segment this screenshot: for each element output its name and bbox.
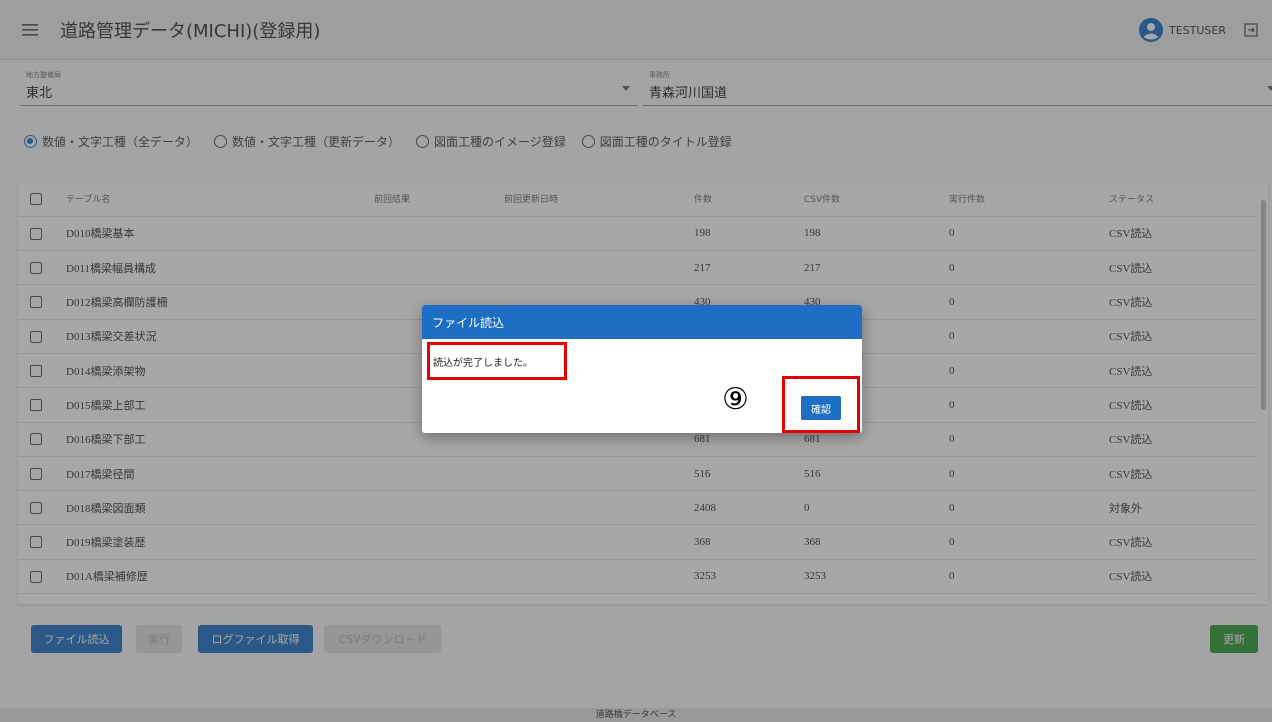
dialog-message: 読込が完了しました。 [433, 357, 533, 369]
file-load-dialog: ファイル読込 読込が完了しました。 ⑨ 確認 [422, 305, 862, 433]
dialog-title: ファイル読込 [422, 305, 862, 339]
confirm-button[interactable]: 確認 [801, 396, 841, 420]
step-marker: ⑨ [722, 382, 749, 417]
confirm-highlight: 確認 [782, 376, 860, 433]
dialog-message-highlight: 読込が完了しました。 [427, 342, 567, 380]
